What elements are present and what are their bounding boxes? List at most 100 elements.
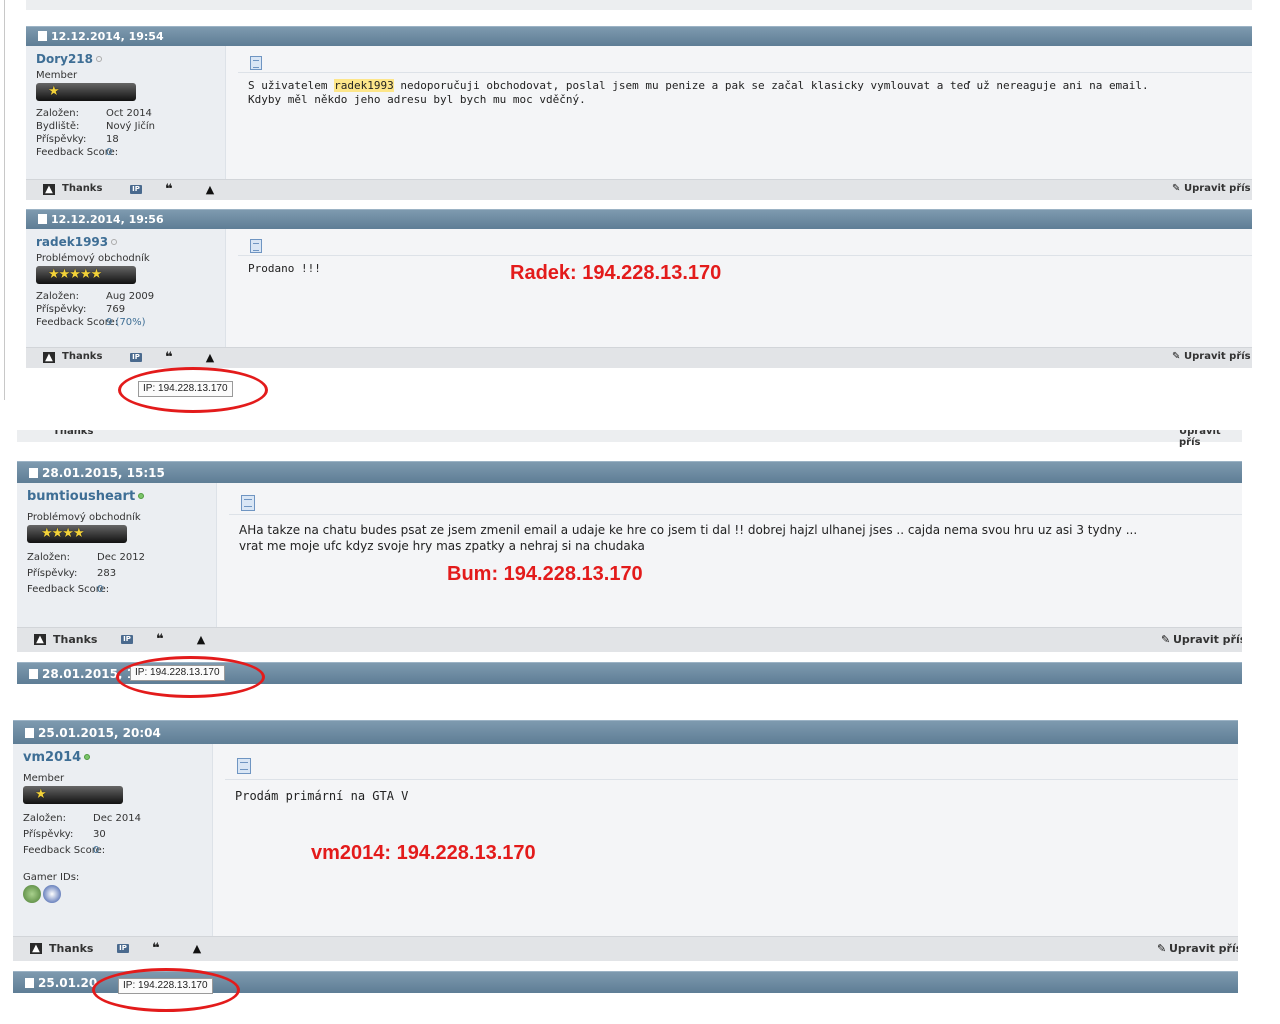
user-title: Problémový obchodník xyxy=(27,512,141,523)
rank-bar: ★★★★★ xyxy=(36,266,136,284)
user-info: bumtiousheart Problémový obchodník ★★★★ … xyxy=(17,483,217,627)
report-warning-icon[interactable]: ▲ xyxy=(191,943,203,954)
quote-icon[interactable]: ❝ xyxy=(150,942,162,955)
pencil-icon: ✎ xyxy=(1172,183,1181,194)
post-message: S uživatelem radek1993 nedoporučuji obch… xyxy=(238,46,1252,179)
xbox-icon[interactable] xyxy=(23,885,41,903)
post-header: 28.01.2015, 15:15 xyxy=(17,461,1242,483)
rank-stars-icon: ★★★★★ xyxy=(48,267,102,282)
post-header: 12.12.2014, 19:54 xyxy=(26,26,1252,46)
thanks-icon[interactable]: ▲ xyxy=(43,352,55,363)
stat-key: Feedback Score: xyxy=(23,845,106,856)
red-circle-highlight xyxy=(92,968,240,1012)
user-stats: Založen: Dec 2012 Příspěvky: 283 Feedback … xyxy=(27,551,216,599)
report-warning-icon[interactable]: ▲ xyxy=(204,352,216,363)
post-message: Prodano !!! xyxy=(238,229,1252,347)
stat-value: Nový Jičín xyxy=(106,121,155,132)
thanks-icon[interactable]: ▲ xyxy=(34,634,46,645)
stat-key: Založen: xyxy=(36,108,79,119)
post-footer: ▲ Thanks IP ❝ ▲ ✎ Upravit přís xyxy=(17,627,1242,652)
thanks-icon[interactable]: ▲ xyxy=(30,943,42,954)
ip-icon[interactable]: IP xyxy=(130,185,142,194)
post-doc-icon xyxy=(38,31,47,41)
post-bumtiousheart: 28.01.2015, 15:15 bumtiousheart Problémo… xyxy=(17,461,1242,652)
user-title: Member xyxy=(23,773,65,784)
message-separator xyxy=(225,779,1238,780)
stat-key: Feedback Score: xyxy=(36,147,119,158)
playstation-icon[interactable] xyxy=(43,885,61,903)
feedback-score-link[interactable]: 0 xyxy=(106,147,112,158)
stat-value: 18 xyxy=(106,134,119,145)
user-info: vm2014 Member ★ Založen: Dec 2014 Příspěv… xyxy=(13,744,213,936)
ip-annotation-vm2014: vm2014: 194.228.13.170 xyxy=(311,842,536,864)
rank-stars-icon: ★ xyxy=(35,787,47,802)
stat-key: Příspěvky: xyxy=(23,829,74,840)
user-stats: Založen: Dec 2014 Příspěvky: 30 Feedback S… xyxy=(23,812,212,860)
thanks-button[interactable]: Thanks xyxy=(53,430,93,437)
thanks-button[interactable]: Thanks xyxy=(53,633,97,646)
edit-label[interactable]: Upravit přís xyxy=(1179,430,1242,448)
ip-icon[interactable]: IP xyxy=(117,944,129,953)
post-message: Prodám primární na GTA V xyxy=(225,744,1238,936)
edit-post-button[interactable]: ✎ Upravit přís xyxy=(1172,183,1251,194)
gamer-ids: Gamer IDs: xyxy=(23,872,212,906)
post-radek1993: 12.12.2014, 19:56 radek1993 Problémový o… xyxy=(26,209,1252,370)
stat-value: 30 xyxy=(93,829,106,840)
screenshot-block-2: Thanks Upravit přís 28.01.2015, 15:15 bu… xyxy=(17,430,1242,692)
stat-key: Založen: xyxy=(36,291,79,302)
message-icon xyxy=(250,56,262,70)
username-link[interactable]: radek1993 xyxy=(36,235,108,249)
feedback-score-link[interactable]: 9 (70%) xyxy=(106,317,146,328)
ip-icon[interactable]: IP xyxy=(121,635,133,644)
post-message: AHa takze na chatu budes psat ze jsem zm… xyxy=(229,483,1242,627)
stat-value: Dec 2012 xyxy=(97,552,145,563)
post-footer: ▲ Thanks IP ❝ ▲ ✎ Upravit přís xyxy=(26,347,1252,368)
quote-icon[interactable]: ❝ xyxy=(163,351,175,364)
stat-key: Feedback Score: xyxy=(27,584,110,595)
stat-value: 283 xyxy=(97,568,117,579)
edit-label: Upravit přís xyxy=(1184,351,1251,362)
user-stats: Založen: Aug 2009 Příspěvky: 769 Feedback … xyxy=(36,290,225,329)
username-link[interactable]: Dory218 xyxy=(36,52,93,66)
username-link[interactable]: bumtiousheart xyxy=(27,489,135,504)
stat-value: 769 xyxy=(106,304,126,315)
stat-value: Aug 2009 xyxy=(106,291,155,302)
red-circle-highlight xyxy=(118,367,268,413)
thanks-button[interactable]: Thanks xyxy=(62,351,102,362)
quote-icon[interactable]: ❝ xyxy=(154,633,166,646)
post-date: 12.12.2014, 19:56 xyxy=(51,213,164,226)
message-text-part: S uživatelem xyxy=(248,79,335,92)
post-body: vm2014 Member ★ Založen: Dec 2014 Příspěv… xyxy=(13,744,1238,936)
ip-annotation-bum: Bum: 194.228.13.170 xyxy=(447,563,643,585)
report-warning-icon[interactable]: ▲ xyxy=(204,184,216,195)
pencil-icon: ✎ xyxy=(1172,351,1181,362)
feedback-score-link[interactable]: 0 xyxy=(97,584,103,595)
post-date: 12.12.2014, 19:54 xyxy=(51,30,164,43)
edit-post-button[interactable]: ✎ Upravit přís xyxy=(1161,633,1242,646)
report-warning-icon[interactable]: ▲ xyxy=(195,634,207,645)
user-info: radek1993 Problémový obchodník ★★★★★ Zal… xyxy=(26,229,226,347)
message-icon xyxy=(250,239,262,253)
message-text: S uživatelem radek1993 nedoporučuji obch… xyxy=(248,79,1246,107)
edit-post-button[interactable]: ✎ Upravit přís xyxy=(1157,942,1238,955)
user-title: Problémový obchodník xyxy=(36,253,150,264)
post-doc-icon xyxy=(29,468,38,478)
post-header: 25.01.2015, 20:04 xyxy=(13,720,1238,744)
post-doc-icon xyxy=(25,728,34,738)
thanks-button[interactable]: Thanks xyxy=(62,183,102,194)
post-vm2014: 25.01.2015, 20:04 vm2014 Member ★ Založe… xyxy=(13,720,1238,961)
username-link[interactable]: vm2014 xyxy=(23,750,81,765)
thanks-button[interactable]: Thanks xyxy=(49,942,93,955)
stat-key: Příspěvky: xyxy=(36,304,87,315)
feedback-score-link[interactable]: 0 xyxy=(93,845,99,856)
quote-icon[interactable]: ❝ xyxy=(163,183,175,196)
thanks-icon[interactable]: ▲ xyxy=(43,184,55,195)
edit-post-button[interactable]: ✎ Upravit přís xyxy=(1172,351,1251,362)
red-circle-highlight xyxy=(116,656,265,698)
ip-icon[interactable]: IP xyxy=(130,353,142,362)
cut-footer: Thanks Upravit přís xyxy=(17,430,1242,448)
stat-key: Založen: xyxy=(23,813,66,824)
message-text: Prodano !!! xyxy=(248,262,321,275)
online-status-icon xyxy=(84,754,91,760)
online-status-icon xyxy=(138,493,145,499)
